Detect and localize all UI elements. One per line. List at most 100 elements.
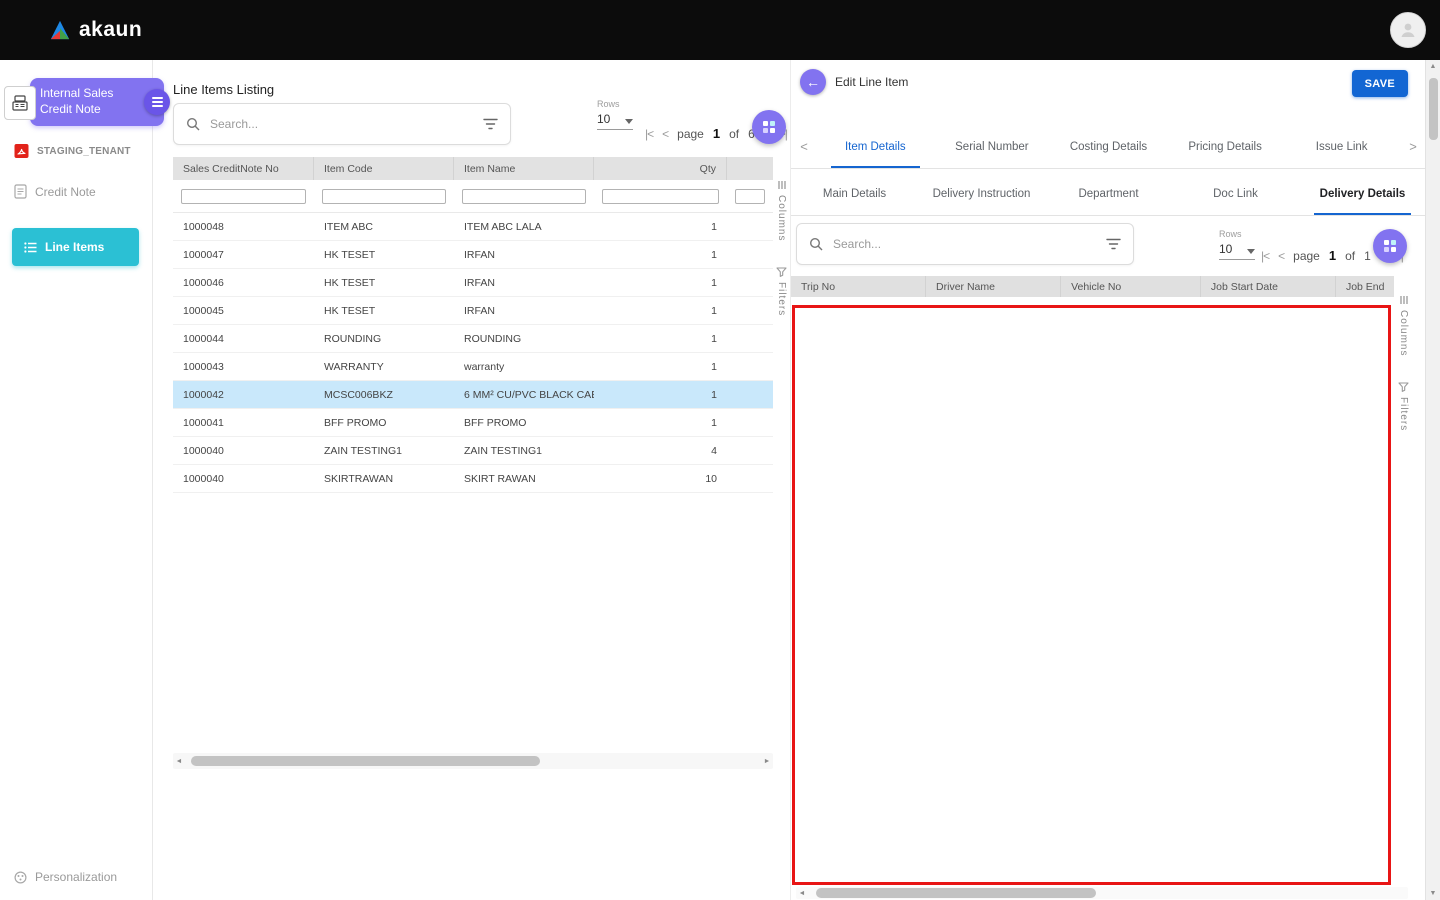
- tab-issue-link[interactable]: Issue Link: [1283, 125, 1400, 168]
- save-button[interactable]: SAVE: [1352, 70, 1408, 97]
- vertical-scrollbar[interactable]: ▲ ▼: [1425, 60, 1440, 900]
- first-page-button[interactable]: |<: [645, 127, 653, 141]
- first-page-button[interactable]: |<: [1261, 249, 1269, 263]
- sidebar-item-internal-sales-credit-note[interactable]: Internal Sales Credit Note: [30, 78, 164, 126]
- table-row[interactable]: 1000048ITEM ABCITEM ABC LALA1: [173, 213, 773, 241]
- horizontal-scrollbar[interactable]: ◄: [796, 887, 1408, 899]
- tab-serial-number[interactable]: Serial Number: [934, 125, 1051, 168]
- subtab-department[interactable]: Department: [1045, 172, 1172, 215]
- filter-cell: [314, 188, 454, 204]
- apps-grid-button[interactable]: [752, 110, 786, 144]
- column-filter-input[interactable]: [181, 189, 306, 204]
- scroll-left-icon[interactable]: ◄: [173, 758, 185, 765]
- table-row[interactable]: 1000041BFF PROMOBFF PROMO1: [173, 409, 773, 437]
- sidebar-item-label: Line Items: [45, 240, 104, 254]
- column-header[interactable]: Sales CreditNote No: [173, 157, 314, 180]
- search-input[interactable]: [208, 116, 475, 132]
- scrollbar-thumb[interactable]: [816, 888, 1096, 898]
- column-header[interactable]: [727, 157, 773, 180]
- table-row[interactable]: 1000043WARRANTYwarranty1: [173, 353, 773, 381]
- prev-page-button[interactable]: <: [1278, 249, 1284, 263]
- back-button[interactable]: ←: [800, 69, 826, 95]
- sidebar-item-staging-tenant[interactable]: STAGING_TENANT: [14, 143, 131, 159]
- column-header[interactable]: Vehicle No: [1061, 276, 1201, 297]
- scrollbar-track[interactable]: [808, 888, 1408, 898]
- table-cell: 1: [594, 277, 727, 289]
- column-filter-input[interactable]: [462, 189, 586, 204]
- table-row[interactable]: 1000046HK TESETIRFAN1: [173, 269, 773, 297]
- line-items-filter-row: [173, 180, 773, 213]
- search-icon: [809, 237, 823, 251]
- table-cell: 1: [594, 305, 727, 317]
- edit-line-item-panel: ← Edit Line Item SAVE < Item DetailsSeri…: [790, 60, 1426, 900]
- tab-costing-details[interactable]: Costing Details: [1050, 125, 1167, 168]
- table-cell: SKIRTRAWAN: [314, 473, 454, 485]
- tabs-scroll-right-icon[interactable]: >: [1400, 125, 1426, 168]
- funnel-icon: [776, 267, 787, 277]
- columns-panel-toggle[interactable]: Columns: [776, 180, 787, 241]
- apps-grid-button[interactable]: [1373, 229, 1407, 263]
- column-header[interactable]: Job Start Date: [1201, 276, 1336, 297]
- filters-label: Filters: [1398, 397, 1409, 431]
- column-header[interactable]: Driver Name: [926, 276, 1061, 297]
- filters-panel-toggle[interactable]: Filters: [1398, 382, 1409, 431]
- main-tabbar: < Item DetailsSerial NumberCosting Detai…: [791, 125, 1426, 169]
- table-cell: 1000040: [173, 473, 314, 485]
- column-header[interactable]: Item Name: [454, 157, 594, 180]
- scroll-left-icon[interactable]: ◄: [796, 890, 808, 897]
- columns-panel-toggle[interactable]: Columns: [1398, 295, 1409, 356]
- current-page: 1: [1329, 248, 1336, 263]
- tab-item-details[interactable]: Item Details: [817, 125, 934, 168]
- table-cell: 1: [594, 389, 727, 401]
- column-header[interactable]: Qty: [594, 157, 727, 180]
- table-row[interactable]: 1000045HK TESETIRFAN1: [173, 297, 773, 325]
- scrollbar-track[interactable]: [185, 756, 761, 766]
- table-row[interactable]: 1000040ZAIN TESTING1ZAIN TESTING14: [173, 437, 773, 465]
- table-cell: 1: [594, 249, 727, 261]
- search-input[interactable]: [831, 236, 1098, 252]
- sidebar-item-credit-note[interactable]: Credit Note: [14, 184, 96, 199]
- column-filter-input[interactable]: [322, 189, 446, 204]
- rows-select[interactable]: 10: [597, 112, 633, 130]
- table-row[interactable]: 1000042MCSC006BKZ6 MM² CU/PVC BLACK CABL…: [173, 381, 773, 409]
- sidebar-item-line-items[interactable]: Line Items: [12, 228, 139, 266]
- horizontal-scrollbar[interactable]: ◄ ►: [173, 753, 773, 769]
- column-header[interactable]: Job End: [1336, 276, 1394, 297]
- column-header[interactable]: Trip No: [791, 276, 926, 297]
- tab-pricing-details[interactable]: Pricing Details: [1167, 125, 1284, 168]
- subtab-main-details[interactable]: Main Details: [791, 172, 918, 215]
- scroll-down-icon[interactable]: ▼: [1430, 890, 1437, 897]
- scroll-right-icon[interactable]: ►: [761, 758, 773, 765]
- column-filter-input[interactable]: [735, 189, 765, 204]
- scroll-up-icon[interactable]: ▲: [1430, 63, 1437, 70]
- tabs-scroll-left-icon[interactable]: <: [791, 125, 817, 168]
- table-row[interactable]: 1000044ROUNDINGROUNDING1: [173, 325, 773, 353]
- table-cell: 1000044: [173, 333, 314, 345]
- table-side-strip: Columns Filters: [1395, 295, 1412, 432]
- table-row[interactable]: 1000040SKIRTRAWANSKIRT RAWAN10: [173, 465, 773, 493]
- column-filter-input[interactable]: [602, 189, 719, 204]
- subtab-doc-link[interactable]: Doc Link: [1172, 172, 1299, 215]
- subtab-delivery-details[interactable]: Delivery Details: [1299, 172, 1426, 215]
- filter-icon[interactable]: [483, 118, 498, 130]
- rows-per-page: Rows 10: [597, 99, 637, 130]
- page-label: page: [1293, 249, 1320, 263]
- sidebar-item-personalization[interactable]: Personalization: [14, 870, 117, 884]
- user-avatar[interactable]: [1390, 12, 1426, 48]
- menu-toggle-button[interactable]: [144, 89, 170, 115]
- subtab-delivery-instruction[interactable]: Delivery Instruction: [918, 172, 1045, 215]
- sidebar: Internal Sales Credit Note STAGING_TENAN…: [0, 60, 153, 900]
- filters-panel-toggle[interactable]: Filters: [776, 267, 787, 316]
- scrollbar-thumb[interactable]: [1429, 78, 1438, 140]
- table-cell: warranty: [454, 361, 594, 373]
- prev-page-button[interactable]: <: [662, 127, 668, 141]
- column-header[interactable]: Item Code: [314, 157, 454, 180]
- rows-select[interactable]: 10: [1219, 242, 1255, 260]
- scrollbar-thumb[interactable]: [191, 756, 540, 766]
- table-cell: 10: [594, 473, 727, 485]
- columns-icon: [1399, 295, 1409, 305]
- filter-icon[interactable]: [1106, 238, 1121, 250]
- list-icon: [24, 242, 37, 253]
- panel-title: Edit Line Item: [835, 75, 908, 89]
- table-row[interactable]: 1000047HK TESETIRFAN1: [173, 241, 773, 269]
